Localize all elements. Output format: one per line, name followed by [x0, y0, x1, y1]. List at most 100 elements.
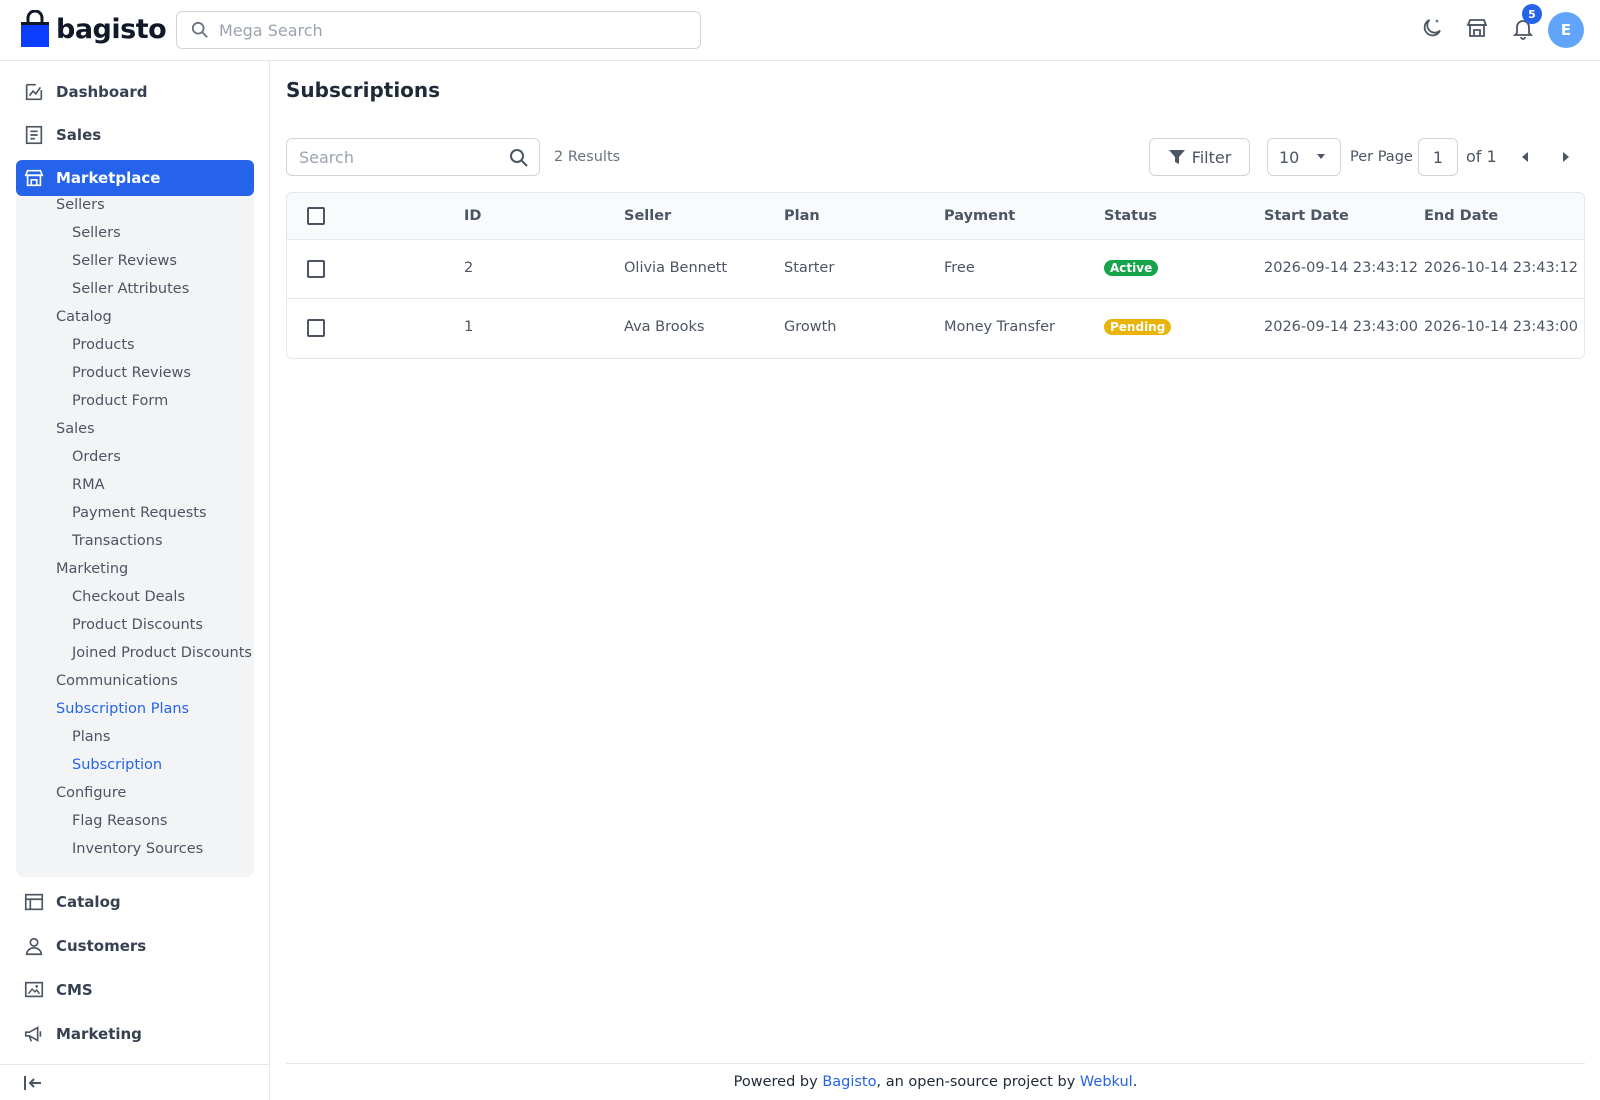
- cell-id: 1: [464, 319, 474, 335]
- chevron-down-icon: [1316, 153, 1326, 161]
- submenu-flag-reasons[interactable]: Flag Reasons: [72, 813, 167, 829]
- column-header-id[interactable]: ID: [464, 208, 481, 224]
- submenu-seller-attributes[interactable]: Seller Attributes: [72, 281, 189, 297]
- submenu-sellers[interactable]: Sellers: [56, 197, 105, 213]
- search-icon: [191, 21, 209, 39]
- filter-label: Filter: [1191, 147, 1232, 167]
- select-all-checkbox[interactable]: [307, 207, 325, 225]
- cell-seller: Ava Brooks: [624, 319, 705, 335]
- top-header: bagisto 5 E: [0, 0, 1600, 61]
- dashboard-icon: [22, 80, 46, 104]
- page-title: Subscriptions: [286, 78, 441, 102]
- sidebar-item-sales[interactable]: Sales: [16, 117, 254, 153]
- cell-seller: Olivia Bennett: [624, 260, 728, 276]
- bagisto-logo[interactable]: bagisto: [20, 10, 167, 48]
- per-page-label: Per Page: [1350, 149, 1413, 165]
- filter-icon: [1168, 148, 1186, 166]
- submenu-seller-reviews[interactable]: Seller Reviews: [72, 253, 177, 269]
- table-header: ID Seller Plan Payment Status Start Date…: [287, 193, 1584, 240]
- sidebar-item-label: Catalog: [56, 893, 121, 911]
- submenu-catalog[interactable]: Catalog: [56, 309, 112, 325]
- column-header-payment[interactable]: Payment: [944, 208, 1015, 224]
- submenu-rma[interactable]: RMA: [72, 477, 105, 493]
- submenu-subscription-plans[interactable]: Subscription Plans: [56, 701, 189, 717]
- sales-icon: [22, 123, 46, 147]
- sidebar-item-marketing[interactable]: Marketing: [16, 1016, 254, 1052]
- submenu-product-reviews[interactable]: Product Reviews: [72, 365, 191, 381]
- filter-button[interactable]: Filter: [1149, 138, 1250, 176]
- column-header-end-date[interactable]: End Date: [1424, 208, 1498, 224]
- collapse-sidebar-icon[interactable]: [22, 1073, 44, 1093]
- cell-start-date: 2026-09-14 23:43:12: [1264, 260, 1418, 276]
- per-page-value: 10: [1279, 147, 1300, 167]
- table-row[interactable]: 2 Olivia Bennett Starter Free Active 202…: [287, 240, 1584, 299]
- submenu-subscription[interactable]: Subscription: [72, 757, 162, 773]
- search-icon[interactable]: [509, 148, 529, 168]
- cell-end-date: 2026-10-14 23:43:00: [1424, 319, 1578, 335]
- per-page-select[interactable]: 10: [1267, 138, 1341, 176]
- column-header-start-date[interactable]: Start Date: [1264, 208, 1349, 224]
- user-avatar[interactable]: E: [1548, 12, 1584, 48]
- cms-icon: [22, 978, 46, 1002]
- results-count: 2 Results: [554, 149, 621, 165]
- catalog-icon: [22, 890, 46, 914]
- datagrid-search-box[interactable]: [286, 138, 540, 176]
- submenu-plans[interactable]: Plans: [72, 729, 110, 745]
- storefront-icon[interactable]: [1465, 16, 1489, 40]
- column-header-plan[interactable]: Plan: [784, 208, 820, 224]
- column-header-status[interactable]: Status: [1104, 208, 1157, 224]
- submenu-checkout-deals[interactable]: Checkout Deals: [72, 589, 185, 605]
- footer-suffix: .: [1132, 1074, 1138, 1090]
- sidebar-item-catalog[interactable]: Catalog: [16, 884, 254, 920]
- sidebar-item-dashboard[interactable]: Dashboard: [16, 74, 254, 110]
- submenu-joined-product-discounts[interactable]: Joined Product Discounts: [72, 645, 252, 661]
- page-footer: Powered by Bagisto, an open-source proje…: [286, 1063, 1585, 1100]
- submenu-payment-requests[interactable]: Payment Requests: [72, 505, 207, 521]
- footer-middle: , an open-source project by: [876, 1074, 1080, 1090]
- sidebar-item-label: CMS: [56, 981, 93, 999]
- submenu-configure[interactable]: Configure: [56, 785, 126, 801]
- sidebar-item-label: Customers: [56, 937, 147, 955]
- sidebar-item-customers[interactable]: Customers: [16, 928, 254, 964]
- mega-search-box[interactable]: [176, 11, 701, 49]
- cell-plan: Growth: [784, 319, 837, 335]
- subscriptions-table: ID Seller Plan Payment Status Start Date…: [286, 192, 1585, 359]
- sidebar-item-cms[interactable]: CMS: [16, 972, 254, 1008]
- sidebar-item-label: Sales: [56, 126, 102, 144]
- cell-start-date: 2026-09-14 23:43:00: [1264, 319, 1418, 335]
- submenu-inventory-sources[interactable]: Inventory Sources: [72, 841, 203, 857]
- page-number-input[interactable]: 1: [1418, 138, 1458, 176]
- column-header-seller[interactable]: Seller: [624, 208, 671, 224]
- dark-mode-icon[interactable]: [1420, 16, 1444, 40]
- submenu-product-form[interactable]: Product Form: [72, 393, 168, 409]
- status-badge: Pending: [1104, 319, 1172, 335]
- table-row[interactable]: 1 Ava Brooks Growth Money Transfer Pendi…: [287, 299, 1584, 358]
- sidebar-collapse-bar: [0, 1064, 270, 1100]
- submenu-communications[interactable]: Communications: [56, 673, 178, 689]
- cell-id: 2: [464, 260, 474, 276]
- submenu-sales[interactable]: Sales: [56, 421, 95, 437]
- next-page-icon[interactable]: [1556, 148, 1576, 166]
- submenu-products[interactable]: Products: [72, 337, 135, 353]
- shopping-bag-icon: [21, 10, 49, 47]
- row-checkbox[interactable]: [307, 260, 325, 278]
- bagisto-link[interactable]: Bagisto: [822, 1074, 876, 1090]
- submenu-transactions[interactable]: Transactions: [72, 533, 163, 549]
- cell-payment: Free: [944, 260, 975, 276]
- datagrid-search-input[interactable]: [299, 147, 499, 167]
- webkul-link[interactable]: Webkul: [1080, 1074, 1133, 1090]
- previous-page-icon[interactable]: [1515, 148, 1535, 166]
- submenu-product-discounts[interactable]: Product Discounts: [72, 617, 203, 633]
- notification-count-badge: 5: [1522, 4, 1542, 24]
- footer-prefix: Powered by: [733, 1074, 823, 1090]
- marketplace-icon: [22, 166, 46, 190]
- page-total-label: of 1: [1466, 147, 1497, 166]
- customers-icon: [22, 934, 46, 958]
- submenu-orders[interactable]: Orders: [72, 449, 121, 465]
- status-badge: Active: [1104, 260, 1159, 276]
- row-checkbox[interactable]: [307, 319, 325, 337]
- submenu-marketing[interactable]: Marketing: [56, 561, 128, 577]
- submenu-sellers-list[interactable]: Sellers: [72, 225, 121, 241]
- sidebar-item-marketplace[interactable]: Marketplace: [16, 160, 254, 196]
- mega-search-input[interactable]: [219, 20, 659, 40]
